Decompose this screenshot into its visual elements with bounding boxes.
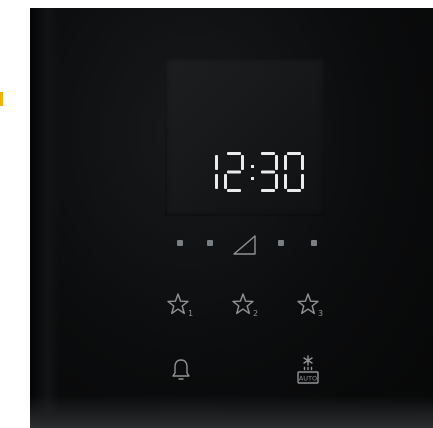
accent-mark <box>0 92 3 106</box>
auto-label: AUTO <box>299 375 317 383</box>
digit-segment <box>287 189 301 192</box>
digit-segment <box>227 189 241 192</box>
digit-segment <box>261 170 275 174</box>
power-indicator <box>278 240 284 246</box>
timer-button[interactable] <box>170 357 192 383</box>
power-ramp-icon[interactable] <box>232 233 258 257</box>
appliance-photo: 12:30 1 2 3 <box>0 0 433 428</box>
digit-segment <box>275 155 278 170</box>
favourite-3-button[interactable]: 3 <box>296 291 326 321</box>
digit-segment <box>284 174 287 189</box>
digit-segment <box>261 152 275 155</box>
power-indicator <box>311 240 317 246</box>
digit-segment <box>215 155 218 170</box>
digit-segment <box>287 152 301 155</box>
digit-segment <box>275 174 278 189</box>
power-indicator <box>177 240 183 246</box>
auto-defrost-icon: AUTO <box>297 355 319 384</box>
digit-segment <box>227 170 241 174</box>
auto-defrost-button[interactable]: AUTO <box>295 354 321 386</box>
digit-segment <box>227 152 241 155</box>
digit-segment <box>241 155 244 170</box>
favourite-2-button[interactable]: 2 <box>231 291 261 321</box>
digit-segment <box>224 174 227 189</box>
bell-icon <box>172 359 190 380</box>
digit-segment <box>215 174 218 189</box>
favourite-1-button[interactable]: 1 <box>166 291 196 321</box>
star-icon: 2 <box>232 293 258 318</box>
time-readout: 12:30 <box>196 150 308 194</box>
digit-segment <box>301 174 304 189</box>
favourite-number: 1 <box>188 309 193 318</box>
favourite-number: 2 <box>253 309 258 318</box>
digit-segment <box>261 189 275 192</box>
digit-segment <box>284 155 287 170</box>
power-indicator <box>207 240 213 246</box>
panel-bottom-bevel <box>30 395 433 428</box>
favourite-number: 3 <box>318 309 323 318</box>
star-icon: 1 <box>167 293 193 318</box>
colon-dot <box>251 165 254 168</box>
colon-dot <box>251 177 254 180</box>
panel-edge <box>30 8 60 428</box>
star-icon: 3 <box>297 293 323 318</box>
digit-segment <box>301 155 304 170</box>
